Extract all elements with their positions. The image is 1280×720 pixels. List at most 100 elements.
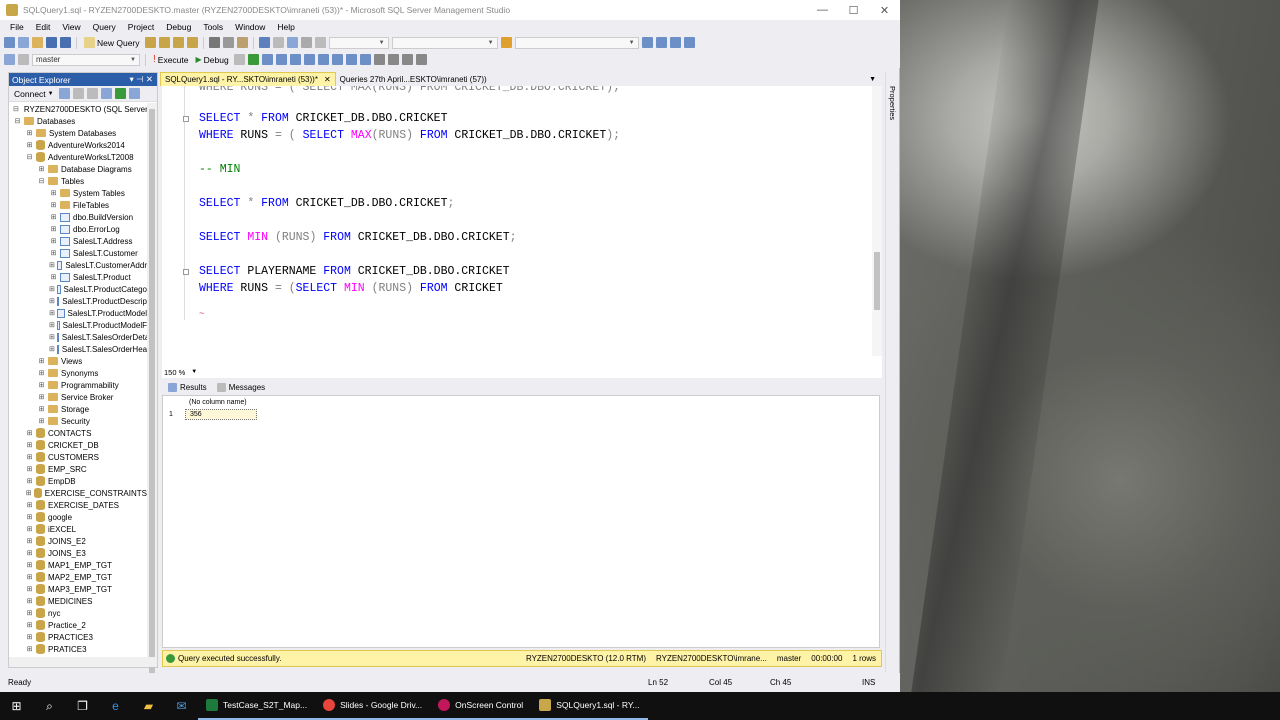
tab-list-dropdown-icon[interactable]: ▼ bbox=[869, 72, 876, 86]
tree-node[interactable]: ⊞ SalesLT.SalesOrderDeta bbox=[9, 331, 147, 343]
menu-help[interactable]: Help bbox=[271, 22, 300, 32]
menu-debug[interactable]: Debug bbox=[160, 22, 197, 32]
expand-icon[interactable]: ⊞ bbox=[25, 621, 34, 630]
chevron-down-icon[interactable]: ▼ bbox=[191, 369, 197, 375]
expand-icon[interactable]: ⊞ bbox=[49, 333, 55, 342]
expand-icon[interactable]: ⊞ bbox=[25, 441, 34, 450]
tree-node[interactable]: ⊞ PRATICE3 bbox=[9, 643, 147, 655]
tree-node[interactable]: ⊞ SalesLT.ProductCatego bbox=[9, 283, 147, 295]
tree-node[interactable]: ⊞ CRICKET_DB bbox=[9, 439, 147, 451]
tree-node[interactable]: ⊞ SalesLT.ProductModel bbox=[9, 307, 147, 319]
tree-node[interactable]: ⊞ System Tables bbox=[9, 187, 147, 199]
expand-icon[interactable]: ⊞ bbox=[25, 537, 34, 546]
stop-icon[interactable] bbox=[86, 88, 98, 99]
expand-icon[interactable]: ⊞ bbox=[25, 141, 34, 150]
collapse-icon[interactable]: ⊟ bbox=[37, 177, 46, 186]
toolbox-icon[interactable] bbox=[669, 37, 681, 48]
find-icon[interactable] bbox=[500, 37, 512, 48]
sql-editor[interactable]: WHERE RUNS = ( SELECT MAX(RUNS) FROM CRI… bbox=[162, 86, 882, 366]
tree-horizontal-scrollbar[interactable] bbox=[9, 657, 157, 667]
close-tab-icon[interactable]: ✕ bbox=[324, 75, 331, 84]
customize-icon[interactable] bbox=[683, 37, 695, 48]
tree-node[interactable]: ⊞ dbo.BuildVersion bbox=[9, 211, 147, 223]
tree-node[interactable]: ⊞ SalesLT.SalesOrderHea bbox=[9, 343, 147, 355]
tree-node[interactable]: ⊞ JOINS_E3 bbox=[9, 547, 147, 559]
search-icon[interactable]: ⌕ bbox=[33, 692, 66, 720]
connect-icon[interactable] bbox=[4, 54, 15, 65]
tree-node[interactable]: ⊞ Practice_2 bbox=[9, 619, 147, 631]
navigate-forward-icon[interactable] bbox=[300, 37, 312, 48]
windows-start-icon[interactable]: ⊞ bbox=[0, 692, 33, 720]
tree-node[interactable]: ⊞ SalesLT.CustomerAddr bbox=[9, 259, 147, 271]
tree-node[interactable]: ⊞ Database Diagrams bbox=[9, 163, 147, 175]
mdx-query-icon[interactable] bbox=[172, 37, 184, 48]
tab-results[interactable]: Results bbox=[168, 382, 207, 392]
db-engine-query-icon[interactable] bbox=[144, 37, 156, 48]
tree-node[interactable]: ⊞ Synonyms bbox=[9, 367, 147, 379]
expand-icon[interactable]: ⊞ bbox=[37, 369, 46, 378]
paste-icon[interactable] bbox=[236, 37, 248, 48]
menu-file[interactable]: File bbox=[4, 22, 30, 32]
expand-icon[interactable]: ⊞ bbox=[25, 597, 34, 606]
tree-node[interactable]: ⊞ Programmability bbox=[9, 379, 147, 391]
new-project-icon[interactable] bbox=[4, 37, 15, 48]
expand-icon[interactable]: ⊞ bbox=[37, 417, 46, 426]
results-to-grid-icon[interactable] bbox=[345, 54, 357, 65]
expand-icon[interactable]: ⊞ bbox=[49, 285, 55, 294]
expand-icon[interactable]: ⊞ bbox=[25, 489, 32, 498]
mail-icon[interactable]: ✉ bbox=[165, 692, 198, 720]
find-in-files-icon[interactable] bbox=[641, 37, 653, 48]
menu-edit[interactable]: Edit bbox=[30, 22, 57, 32]
panel-pin-close-icons[interactable]: ▾ ⊣ ✕ bbox=[129, 74, 157, 85]
tree-node[interactable]: ⊞ PRACTICE3 bbox=[9, 631, 147, 643]
tree-node[interactable]: ⊞ Storage bbox=[9, 403, 147, 415]
expand-icon[interactable]: ⊞ bbox=[49, 237, 58, 246]
tree-node[interactable]: ⊞ Service Broker bbox=[9, 391, 147, 403]
expand-icon[interactable]: ⊞ bbox=[25, 609, 34, 618]
expand-icon[interactable]: ⊞ bbox=[25, 129, 34, 138]
tree-node[interactable]: ⊞ CONTACTS bbox=[9, 427, 147, 439]
save-icon[interactable] bbox=[46, 37, 57, 48]
tree-node[interactable]: ⊞ MEDICINES bbox=[9, 595, 147, 607]
expand-icon[interactable]: ⊞ bbox=[25, 645, 34, 654]
expand-icon[interactable]: ⊞ bbox=[25, 585, 34, 594]
menu-view[interactable]: View bbox=[56, 22, 86, 32]
display-plan-icon[interactable] bbox=[261, 54, 273, 65]
solution-config-combo[interactable]: ▼ bbox=[328, 36, 389, 49]
tree-node[interactable]: ⊞ SalesLT.ProductModelF bbox=[9, 319, 147, 331]
tree-node[interactable]: ⊞ AdventureWorks2014 bbox=[9, 139, 147, 151]
collapse-icon[interactable]: ⊟ bbox=[13, 117, 22, 126]
query-designer-icon[interactable] bbox=[275, 54, 287, 65]
comment-icon[interactable] bbox=[373, 54, 385, 65]
tree-node[interactable]: ⊞ MAP1_EMP_TGT bbox=[9, 559, 147, 571]
expand-icon[interactable]: ⊞ bbox=[25, 633, 34, 642]
taskbar-app-onscreen[interactable]: OnScreen Control bbox=[430, 692, 532, 720]
column-header[interactable]: (No column name) bbox=[185, 399, 259, 409]
maximize-button[interactable]: ☐ bbox=[838, 0, 869, 20]
editor-vertical-scrollbar[interactable] bbox=[872, 86, 882, 356]
expand-icon[interactable]: ⊞ bbox=[49, 297, 55, 306]
open-file-icon[interactable] bbox=[32, 37, 43, 48]
tree-node[interactable]: ⊞ google bbox=[9, 511, 147, 523]
expand-icon[interactable]: ⊞ bbox=[49, 225, 58, 234]
expand-icon[interactable]: ⊞ bbox=[49, 345, 55, 354]
result-cell[interactable]: 356 bbox=[185, 409, 257, 420]
editor-scroll-thumb[interactable] bbox=[874, 252, 880, 310]
tree-scroll-thumb[interactable] bbox=[149, 109, 155, 684]
xmla-query-icon[interactable] bbox=[186, 37, 198, 48]
menu-project[interactable]: Project bbox=[122, 22, 160, 32]
fold-marker-icon[interactable] bbox=[183, 269, 189, 275]
include-plan-icon[interactable] bbox=[303, 54, 315, 65]
connect-object-icon[interactable] bbox=[58, 88, 70, 99]
expand-icon[interactable]: ⊞ bbox=[25, 453, 34, 462]
tree-node[interactable]: ⊞ System Databases bbox=[9, 127, 147, 139]
expand-icon[interactable]: ⊞ bbox=[37, 381, 46, 390]
analysis-query-icon[interactable] bbox=[158, 37, 170, 48]
expand-icon[interactable]: ⊞ bbox=[37, 165, 46, 174]
collapse-icon[interactable]: ⊟ bbox=[13, 105, 19, 114]
tree-node[interactable]: ⊞ JOINS_E2 bbox=[9, 535, 147, 547]
parse-icon[interactable] bbox=[247, 54, 259, 65]
tree-node[interactable]: ⊞ MAP3_EMP_TGT bbox=[9, 583, 147, 595]
taskbar-app-chrome[interactable]: Slides - Google Driv... bbox=[315, 692, 431, 720]
cut-icon[interactable] bbox=[208, 37, 220, 48]
